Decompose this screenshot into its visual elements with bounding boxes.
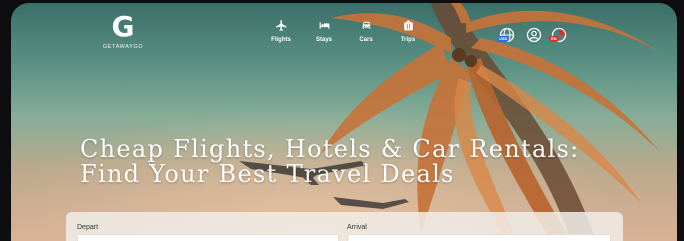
nav-item-cars[interactable]: Cars xyxy=(346,19,386,43)
plane-icon xyxy=(275,20,286,31)
suitcase-icon xyxy=(403,20,413,31)
nav-label: Trips xyxy=(400,37,416,43)
hero-headline: Cheap Flights, Hotels & Car Rentals: Fin… xyxy=(80,137,580,187)
nav-label: Stays xyxy=(315,37,332,43)
app-window: G GETAWAYGO Flights Stays Cars Trips USD xyxy=(11,3,677,241)
nav-label: Flights xyxy=(271,37,291,43)
nav-item-stays[interactable]: Stays xyxy=(304,19,344,43)
language-badge: EN xyxy=(549,36,559,42)
brand-name: GETAWAYGO xyxy=(102,44,144,50)
language-selector[interactable]: EN xyxy=(549,27,567,43)
nav-item-trips[interactable]: Trips xyxy=(388,19,428,43)
car-icon xyxy=(362,21,371,29)
currency-selector[interactable]: USD xyxy=(497,27,515,43)
logo-mark: G xyxy=(111,10,135,43)
hero-line-2: Find Your Best Travel Deals xyxy=(80,160,455,188)
hero-line-1: Cheap Flights, Hotels & Car Rentals: xyxy=(80,135,580,163)
depart-input[interactable] xyxy=(77,234,339,241)
bed-icon xyxy=(319,22,329,29)
arrival-input[interactable] xyxy=(347,234,611,241)
currency-badge: USD xyxy=(497,36,510,42)
user-account-icon xyxy=(526,27,542,43)
brand-logo[interactable]: G GETAWAYGO xyxy=(93,10,153,51)
account-button[interactable] xyxy=(526,27,542,43)
nav-label: Cars xyxy=(359,37,373,43)
nav-item-flights[interactable]: Flights xyxy=(261,19,301,43)
depart-label: Depart xyxy=(77,224,99,231)
arrival-label: Arrival xyxy=(347,224,367,231)
